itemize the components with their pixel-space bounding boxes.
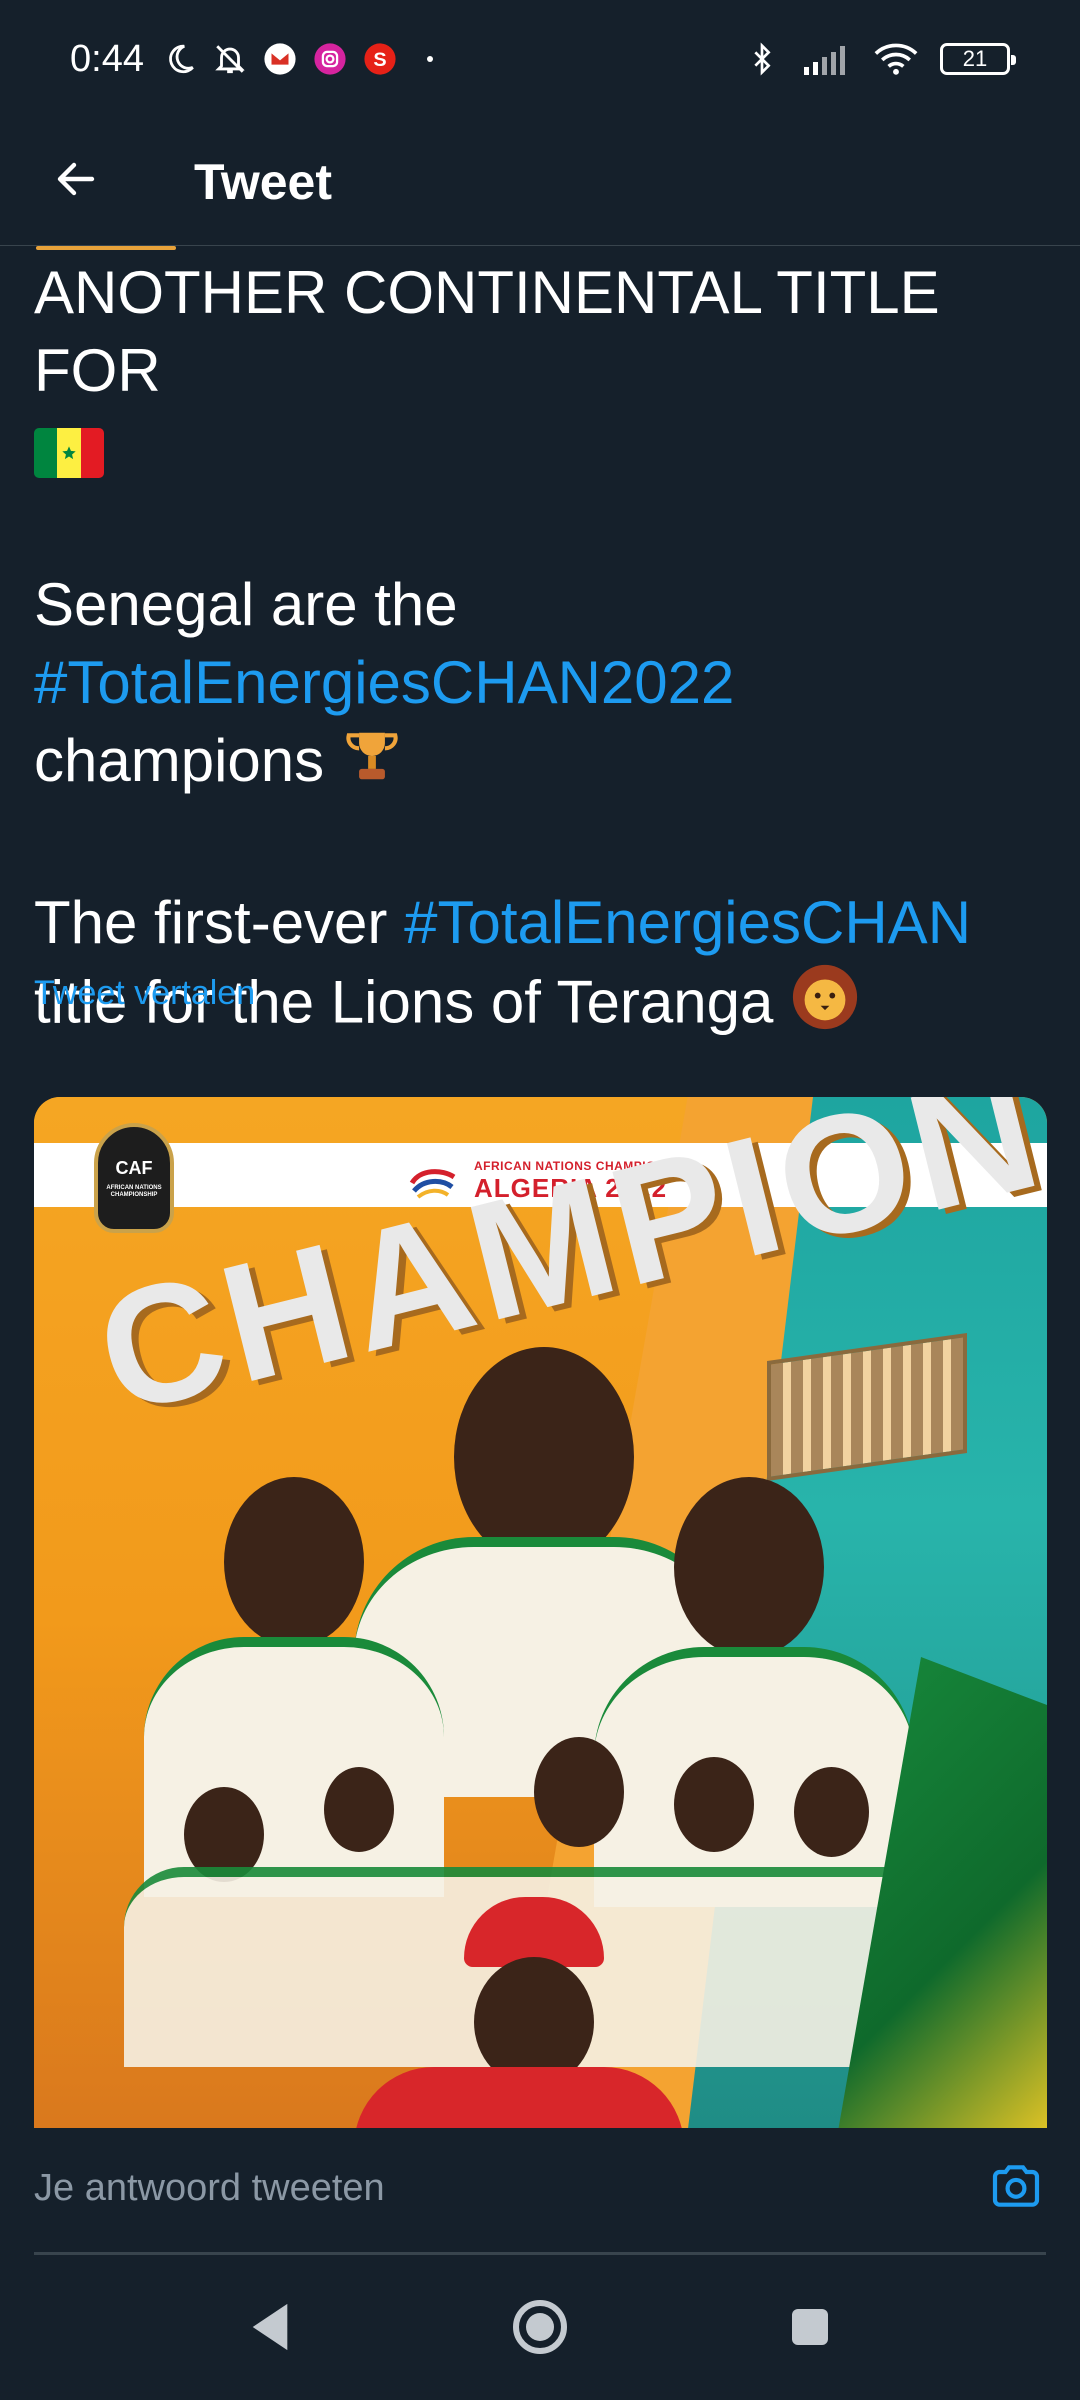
caf-logo-text: CAF [115, 1157, 153, 1178]
tweet-paragraph-1: ANOTHER CONTINENTAL TITLE FOR [34, 254, 1054, 488]
nav-back-button[interactable] [235, 2294, 305, 2364]
wifi-icon [874, 41, 918, 77]
camera-button[interactable] [986, 2158, 1046, 2218]
tweet-text-senegal: Senegal are the [34, 571, 458, 638]
tweet-paragraph-2: Senegal are the #TotalEnergiesCHAN2022 c… [34, 566, 1054, 806]
reply-underline [34, 2252, 1046, 2255]
status-left: 0:44 S [70, 38, 448, 81]
system-nav-bar [0, 2258, 1080, 2400]
hashtag-chan2022-link[interactable]: #TotalEnergiesCHAN2022 [34, 649, 734, 716]
camera-icon [988, 2158, 1044, 2219]
status-time: 0:44 [70, 37, 144, 80]
tweet-text-first-ever: The first-ever [34, 888, 388, 956]
tweet-text-champions: champions [34, 727, 325, 794]
media-edge [36, 246, 176, 250]
tweet-paragraph-3: The first-ever #TotalEnergiesCHAN title … [34, 884, 1054, 1051]
svg-text:S: S [373, 49, 386, 71]
square-recents-icon [788, 2305, 832, 2354]
dot-icon [412, 41, 448, 77]
status-bar: 0:44 S 21 [0, 0, 1080, 118]
tweet-media-image[interactable]: CAF AFRICAN NATIONS CHAMPIONSHIP AFRICAN… [34, 1097, 1047, 2128]
hashtag-chan-link[interactable]: #TotalEnergiesCHAN [404, 889, 971, 956]
page-title: Tweet [194, 153, 332, 210]
circle-home-icon [510, 2297, 570, 2362]
bluetooth-icon [744, 41, 780, 77]
tweet-header: Tweet [0, 118, 1080, 246]
gmail-icon [262, 41, 298, 77]
signal-icon [802, 41, 852, 77]
translate-tweet-link[interactable]: Tweet vertalen [34, 974, 255, 1013]
status-right: 21 [744, 0, 1016, 118]
reply-input[interactable]: Je antwoord tweeten [34, 2158, 934, 2218]
reply-bar: Je antwoord tweeten [0, 2128, 1080, 2258]
arrow-left-icon [52, 155, 100, 208]
instagram-icon [312, 41, 348, 77]
trophy-icon [341, 725, 403, 806]
bell-off-icon [212, 41, 248, 77]
battery-indicator: 21 [940, 43, 1016, 75]
tweet-content: ANOTHER CONTINENTAL TITLE FOR Senegal ar… [0, 246, 1080, 2128]
caf-logo-subtitle: AFRICAN NATIONS CHAMPIONSHIP [106, 1184, 162, 1198]
caf-logo: CAF AFRICAN NATIONS CHAMPIONSHIP [94, 1123, 174, 1233]
nav-home-button[interactable] [505, 2294, 575, 2364]
triangle-back-icon [248, 2302, 292, 2357]
nav-recents-button[interactable] [775, 2294, 845, 2364]
back-button[interactable] [36, 142, 116, 222]
tweet-line-1: ANOTHER CONTINENTAL TITLE FOR [34, 259, 940, 404]
lion-icon [790, 962, 860, 1051]
moon-icon [162, 41, 198, 77]
s-app-icon: S [362, 41, 398, 77]
senegal-flag-icon [34, 428, 104, 479]
